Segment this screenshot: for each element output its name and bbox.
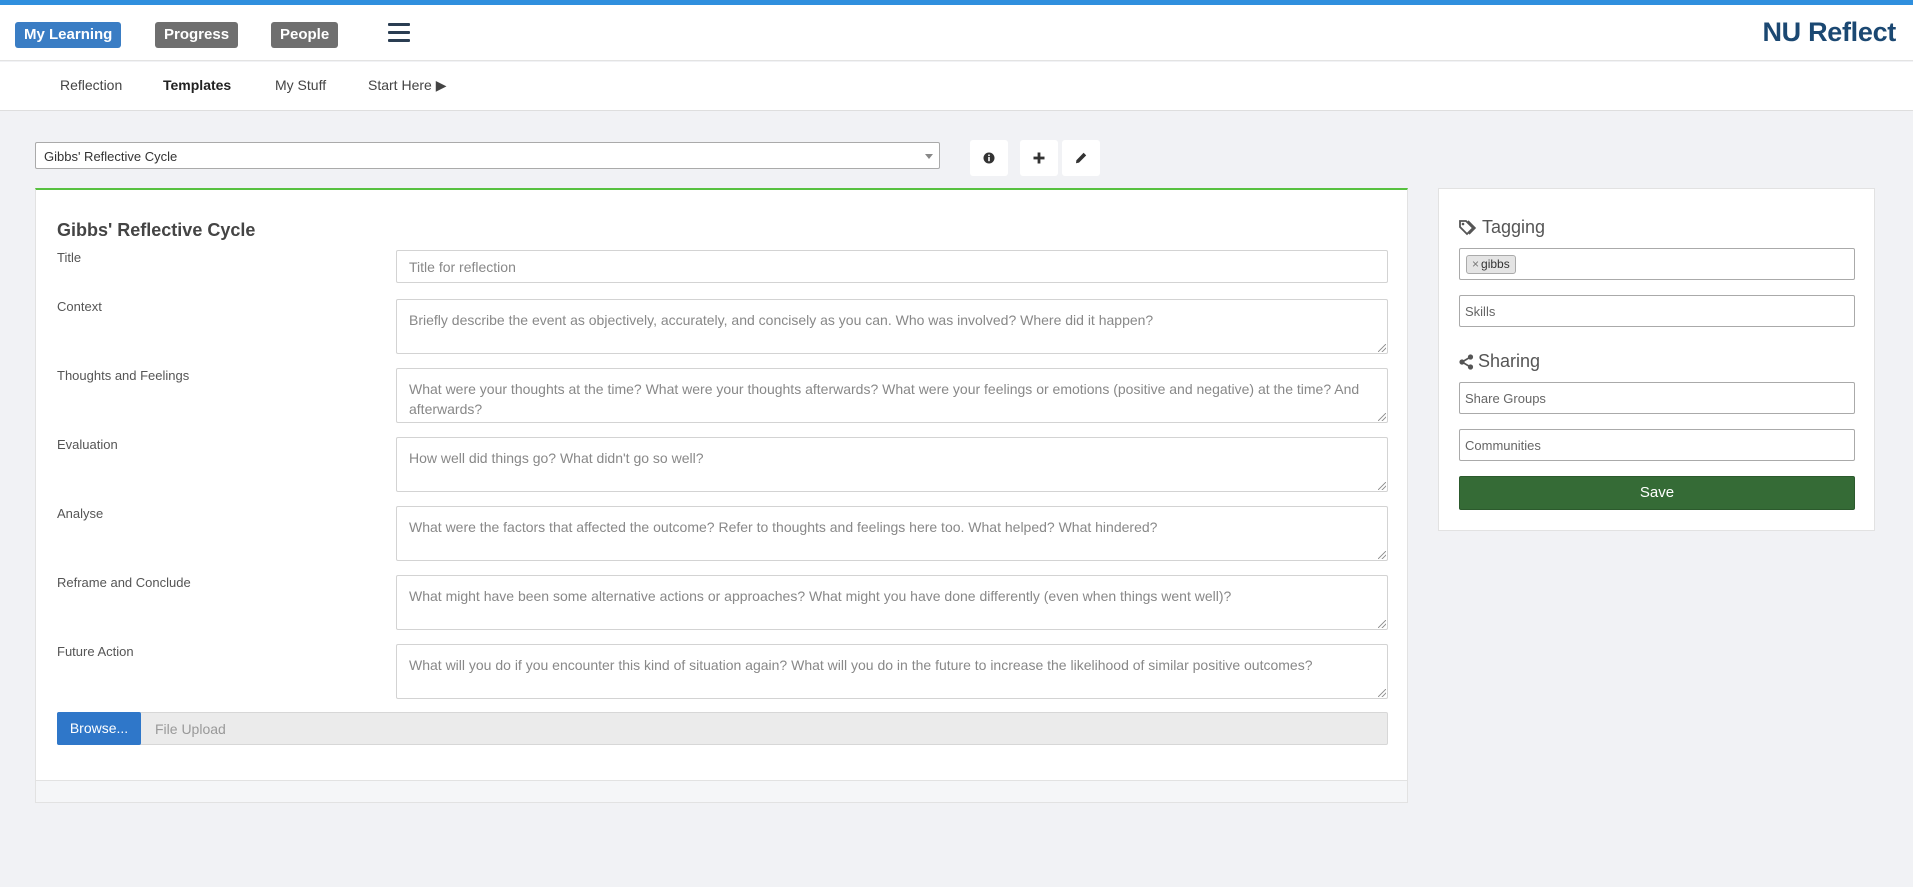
title-input[interactable]: Title for reflection bbox=[396, 250, 1388, 283]
dropdown-caret-icon bbox=[925, 154, 933, 159]
analyse-label: Analyse bbox=[57, 506, 104, 521]
add-template-button[interactable] bbox=[1020, 140, 1058, 176]
tagging-title: Tagging bbox=[1482, 217, 1546, 237]
tag-chip: × gibbs bbox=[1466, 255, 1516, 274]
future-action-textarea[interactable]: What will you do if you encounter this k… bbox=[396, 644, 1388, 699]
progress-button[interactable]: Progress bbox=[155, 22, 239, 48]
resize-handle-icon[interactable] bbox=[1378, 620, 1386, 628]
share-alt-icon bbox=[1459, 353, 1474, 370]
communities-placeholder: Communities bbox=[1465, 438, 1541, 453]
reflection-form-panel: Gibbs' Reflective Cycle Title Title for … bbox=[35, 188, 1408, 780]
brand-logo[interactable]: NU Reflect bbox=[1762, 17, 1896, 48]
share-groups-placeholder: Share Groups bbox=[1465, 391, 1546, 406]
resize-handle-icon[interactable] bbox=[1378, 344, 1386, 352]
tags-icon bbox=[1459, 219, 1477, 235]
template-select[interactable]: Gibbs' Reflective Cycle bbox=[35, 142, 940, 169]
sharing-title: Sharing bbox=[1478, 351, 1541, 371]
form-panel-footer bbox=[35, 780, 1408, 803]
resize-handle-icon[interactable] bbox=[1378, 413, 1386, 421]
analyse-placeholder: What were the factors that affected the … bbox=[409, 519, 1158, 535]
browse-button[interactable]: Browse... bbox=[57, 712, 141, 745]
evaluation-textarea[interactable]: How well did things go? What didn't go s… bbox=[396, 437, 1388, 492]
tagging-heading: Tagging bbox=[1459, 217, 1545, 238]
tags-input[interactable]: × gibbs bbox=[1459, 248, 1855, 280]
communities-input[interactable]: Communities bbox=[1459, 429, 1855, 461]
title-label: Title bbox=[57, 250, 82, 265]
analyse-textarea[interactable]: What were the factors that affected the … bbox=[396, 506, 1388, 561]
file-upload-field[interactable]: File Upload bbox=[155, 721, 226, 737]
evaluation-placeholder: How well did things go? What didn't go s… bbox=[409, 450, 704, 466]
form-title: Gibbs' Reflective Cycle bbox=[57, 220, 256, 240]
skills-placeholder: Skills bbox=[1465, 304, 1496, 319]
context-textarea[interactable]: Briefly describe the event as objectivel… bbox=[396, 299, 1388, 354]
people-button[interactable]: People bbox=[271, 22, 339, 48]
subnav-my-stuff[interactable]: My Stuff bbox=[275, 77, 326, 93]
reframe-conclude-placeholder: What might have been some alternative ac… bbox=[409, 588, 1232, 604]
pencil-icon bbox=[1076, 152, 1087, 164]
tag-label: gibbs bbox=[1481, 257, 1510, 271]
top-navbar: My Learning Progress People NU Reflect bbox=[0, 5, 1913, 61]
reframe-conclude-label: Reframe and Conclude bbox=[57, 575, 191, 590]
skills-input[interactable]: Skills bbox=[1459, 295, 1855, 327]
subnav-start-here[interactable]: Start Here ▶ bbox=[368, 77, 446, 94]
thoughts-feelings-label: Thoughts and Feelings bbox=[57, 368, 190, 383]
template-select-value: Gibbs' Reflective Cycle bbox=[44, 149, 178, 164]
tagging-sharing-panel: Tagging × gibbs Skills Sharing Share Grou… bbox=[1438, 188, 1875, 531]
file-upload-bar: Browse... File Upload bbox=[57, 712, 1388, 745]
thoughts-feelings-textarea[interactable]: What were your thoughts at the time? Wha… bbox=[396, 368, 1388, 423]
subnav-templates[interactable]: Templates bbox=[163, 77, 231, 93]
reframe-conclude-textarea[interactable]: What might have been some alternative ac… bbox=[396, 575, 1388, 630]
subnav-reflection[interactable]: Reflection bbox=[60, 77, 122, 93]
share-groups-input[interactable]: Share Groups bbox=[1459, 382, 1855, 414]
edit-template-button[interactable] bbox=[1062, 140, 1100, 176]
resize-handle-icon[interactable] bbox=[1378, 482, 1386, 490]
context-placeholder: Briefly describe the event as objectivel… bbox=[409, 312, 1154, 328]
save-button[interactable]: Save bbox=[1459, 476, 1855, 510]
remove-tag-icon[interactable]: × bbox=[1472, 257, 1479, 271]
hamburger-icon[interactable] bbox=[388, 23, 410, 43]
template-info-button[interactable] bbox=[970, 140, 1008, 176]
sub-navigation: Reflection Templates My Stuff Start Here… bbox=[0, 62, 1913, 111]
resize-handle-icon[interactable] bbox=[1378, 689, 1386, 697]
sharing-heading: Sharing bbox=[1459, 351, 1540, 372]
context-label: Context bbox=[57, 299, 102, 314]
plus-icon bbox=[1033, 152, 1045, 164]
future-action-placeholder: What will you do if you encounter this k… bbox=[409, 657, 1313, 673]
my-learning-button[interactable]: My Learning bbox=[15, 22, 122, 48]
future-action-label: Future Action bbox=[57, 644, 134, 659]
evaluation-label: Evaluation bbox=[57, 437, 118, 452]
thoughts-feelings-placeholder: What were your thoughts at the time? Wha… bbox=[409, 381, 1360, 417]
resize-handle-icon[interactable] bbox=[1378, 551, 1386, 559]
info-icon bbox=[983, 152, 995, 164]
